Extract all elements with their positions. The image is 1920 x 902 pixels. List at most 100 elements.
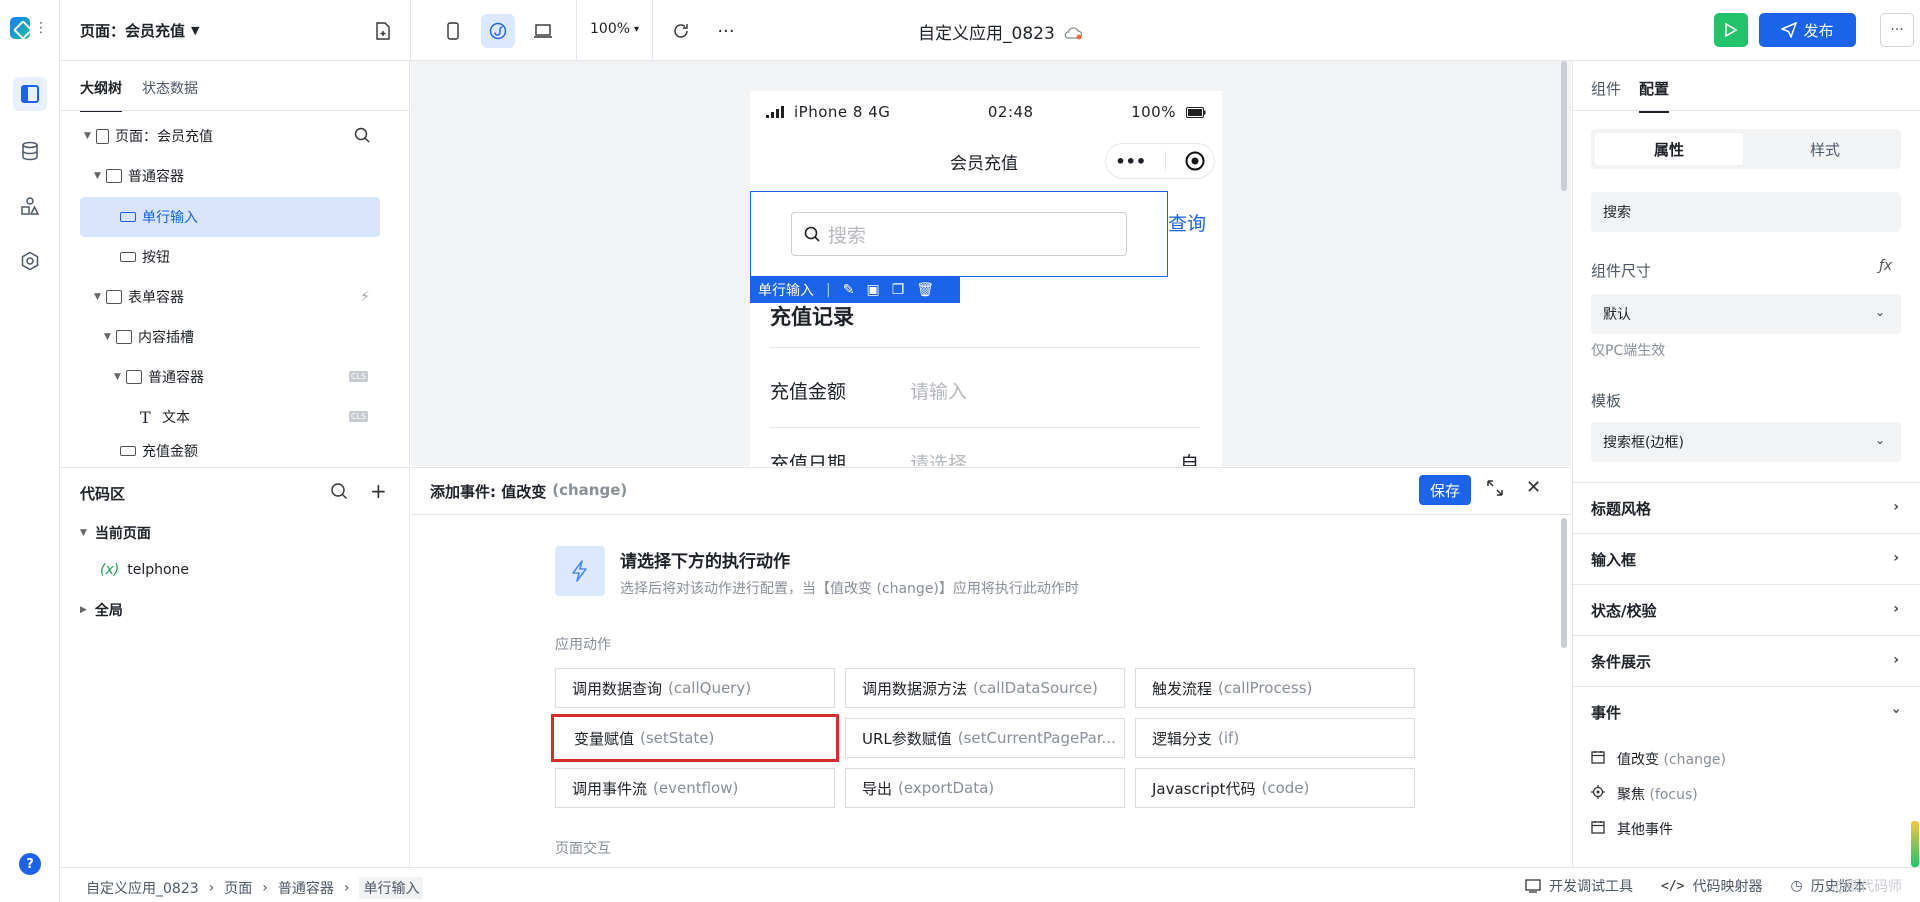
section-title-style[interactable]: 标题风格 ›	[1573, 482, 1920, 533]
close-target-icon	[1185, 151, 1205, 171]
template-select[interactable]: 搜索框(边框) ⌄	[1591, 422, 1901, 462]
size-select[interactable]: 默认 ⌄	[1591, 294, 1901, 334]
variable-telphone[interactable]: (x) telphone	[100, 562, 189, 578]
form-icon	[106, 290, 122, 304]
caret-down-icon[interactable]: ▼	[84, 131, 96, 141]
field-input-amount[interactable]: 请输入	[910, 377, 967, 404]
tree-node-button[interactable]: 按钮	[80, 237, 380, 277]
copy-icon[interactable]: ❐	[892, 282, 905, 298]
tree-node-form[interactable]: ▼ 表单容器 ⚡	[80, 277, 380, 317]
components-icon[interactable]	[13, 189, 47, 223]
mobile-view-icon[interactable]	[436, 14, 470, 48]
more-menu-button[interactable]: ···	[1880, 13, 1914, 47]
caret-down-icon[interactable]: ▼	[94, 292, 106, 302]
tree-node-amount[interactable]: 充值金额	[80, 431, 380, 466]
section-label: 条件展示	[1591, 652, 1652, 671]
breadcrumb-item[interactable]: 普通容器	[278, 878, 334, 898]
action-code: (if)	[1218, 729, 1240, 747]
tree-node-page[interactable]: ▼ 页面：会员充值	[80, 116, 380, 156]
action-label: Javascript代码	[1152, 779, 1256, 798]
section-conditional-display[interactable]: 条件展示 ›	[1573, 635, 1920, 686]
section-events[interactable]: 事件 ›	[1573, 686, 1920, 737]
delete-icon[interactable]: 🗑	[916, 282, 934, 298]
breadcrumb-item[interactable]: 自定义应用_0823	[86, 878, 199, 898]
caret-down-icon[interactable]: ▼	[104, 332, 116, 342]
canvas-scrollbar[interactable]	[1561, 61, 1567, 191]
event-change[interactable]: 值改变 (change)	[1591, 749, 1726, 769]
tree-node-container-inner[interactable]: ▼ 普通容器 CLS	[80, 357, 380, 397]
event-other[interactable]: 其他事件	[1591, 819, 1673, 839]
container-icon	[126, 370, 142, 384]
tree-node-slot[interactable]: ▼ 内容插槽	[80, 317, 380, 357]
caret-down-icon[interactable]: ▼	[114, 372, 126, 382]
tree-node-container[interactable]: ▼ 普通容器	[80, 156, 380, 196]
search-icon[interactable]	[330, 482, 348, 504]
action-exportdata[interactable]: 导出 (exportData)	[845, 768, 1125, 808]
add-icon[interactable]: +	[370, 479, 387, 503]
field-label-amount: 充值金额	[770, 381, 847, 403]
action-calldatasource[interactable]: 调用数据源方法 (callDataSource)	[845, 668, 1125, 708]
page-selector[interactable]: 页面：会员充值 ▼	[80, 20, 199, 41]
tree-node-input[interactable]: 单行输入	[80, 197, 380, 237]
field-label-date: 充值日期	[770, 453, 847, 466]
field-input-date[interactable]: 请选择	[910, 449, 967, 466]
tab-components[interactable]: 组件	[1591, 78, 1621, 113]
global-label: 全局	[94, 603, 123, 619]
action-callprocess[interactable]: 触发流程 (callProcess)	[1135, 668, 1415, 708]
action-if[interactable]: 逻辑分支 (if)	[1135, 718, 1415, 758]
tree-node-label: 页面：会员充值	[115, 129, 213, 145]
section-status-validation[interactable]: 状态/校验 ›	[1573, 584, 1920, 635]
breadcrumb-current[interactable]: 单行输入	[359, 877, 424, 899]
app-logo[interactable]: ⋮	[10, 16, 48, 40]
tab-outline[interactable]: 大纲树	[80, 78, 122, 112]
database-icon[interactable]	[13, 134, 47, 168]
search-input[interactable]: 搜索	[791, 212, 1127, 256]
zoom-selector[interactable]: 100% ▾	[576, 21, 639, 37]
search-icon[interactable]	[354, 127, 370, 147]
code-map-button[interactable]: </> 代码映射器	[1661, 876, 1762, 896]
miniapp-capsule[interactable]: •••	[1105, 143, 1215, 179]
more-horizontal-icon[interactable]: ···	[709, 14, 743, 48]
segment-styles[interactable]: 样式	[1751, 133, 1899, 165]
action-eventflow[interactable]: 调用事件流 (eventflow)	[555, 768, 835, 808]
dev-tools-button[interactable]: 开发调试工具	[1525, 876, 1633, 896]
segment-properties[interactable]: 属性	[1595, 133, 1743, 165]
more-dots-icon[interactable]: •••	[1115, 152, 1146, 171]
action-code[interactable]: Javascript代码 (code)	[1135, 768, 1415, 808]
refresh-icon[interactable]	[664, 14, 698, 48]
settings-icon[interactable]	[13, 244, 47, 278]
current-page-label: 当前页面	[94, 526, 151, 542]
edit-icon[interactable]: ✎	[843, 282, 855, 298]
help-icon[interactable]: ?	[19, 853, 41, 875]
pc-view-icon[interactable]	[526, 14, 560, 48]
tab-config[interactable]: 配置	[1639, 78, 1670, 113]
chevron-down-icon: ▼	[191, 24, 200, 37]
query-link[interactable]: 查询	[1168, 209, 1206, 236]
section-label: 输入框	[1591, 550, 1637, 569]
section-input-box[interactable]: 输入框 ›	[1573, 533, 1920, 584]
action-setcurrentpageparams[interactable]: URL参数赋值 (setCurrentPagePar...	[845, 718, 1125, 758]
add-page-icon[interactable]	[366, 14, 400, 48]
action-setstate[interactable]: 变量赋值 (setState)	[551, 714, 839, 762]
miniapp-view-icon[interactable]	[481, 14, 515, 48]
tree-current-page[interactable]: ▼ 当前页面	[80, 523, 151, 543]
close-icon[interactable]: ✕	[1526, 477, 1541, 498]
layout-icon[interactable]	[13, 77, 47, 111]
selected-search-component[interactable]: 搜索	[750, 191, 1168, 277]
fx-icon[interactable]: ƒx	[1879, 258, 1892, 274]
action-callquery[interactable]: 调用数据查询 (callQuery)	[555, 668, 835, 708]
event-focus[interactable]: 聚焦 (focus)	[1591, 784, 1698, 804]
battery-icon	[1185, 106, 1206, 118]
save-button[interactable]: 保存	[1419, 475, 1471, 505]
dialog-scrollbar[interactable]	[1561, 518, 1567, 648]
tree-global[interactable]: ▶ 全局	[80, 600, 123, 620]
save-icon[interactable]: ▣	[866, 282, 879, 298]
breadcrumb-item[interactable]: 页面	[224, 878, 252, 898]
component-name-field[interactable]: 搜索	[1591, 192, 1901, 232]
publish-button[interactable]: 发布	[1759, 13, 1856, 47]
expand-icon[interactable]	[1486, 479, 1504, 501]
run-button[interactable]	[1714, 13, 1748, 47]
tree-node-label: 普通容器	[148, 370, 204, 386]
tab-state-data[interactable]: 状态数据	[142, 78, 198, 112]
caret-down-icon[interactable]: ▼	[94, 171, 106, 181]
